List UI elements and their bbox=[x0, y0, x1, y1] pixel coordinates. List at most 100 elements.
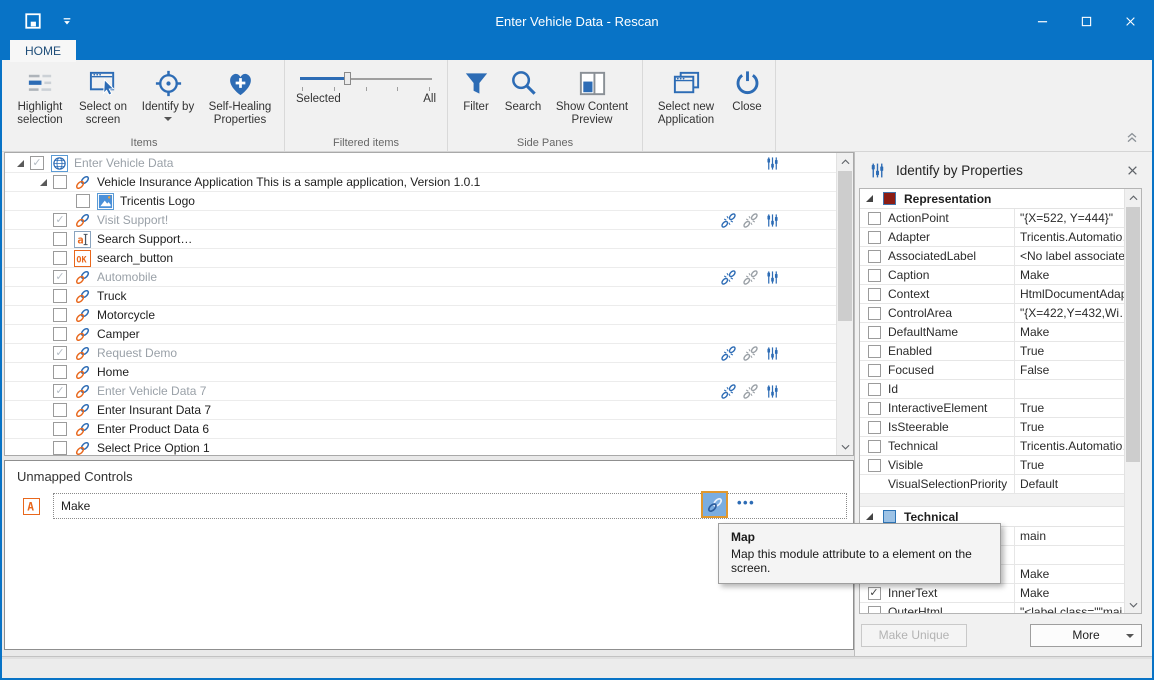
tree-checkbox[interactable] bbox=[53, 251, 67, 265]
quick-access-dropdown-icon[interactable] bbox=[62, 17, 72, 26]
property-row[interactable]: VisibleTrue bbox=[860, 456, 1125, 475]
filter-button[interactable]: Filter bbox=[453, 63, 499, 116]
tree-checkbox[interactable] bbox=[53, 403, 67, 417]
tree-scrollbar[interactable] bbox=[836, 153, 853, 455]
tree-checkbox[interactable] bbox=[53, 289, 67, 303]
maximize-button[interactable] bbox=[1064, 5, 1108, 37]
tree-row[interactable]: Select Price Option 1 bbox=[5, 439, 836, 455]
property-checkbox[interactable] bbox=[868, 212, 881, 225]
property-checkbox[interactable] bbox=[868, 345, 881, 358]
tree-row[interactable]: ✓Enter Vehicle Data bbox=[5, 154, 836, 173]
property-checkbox[interactable] bbox=[868, 307, 881, 320]
collapse-ribbon-icon[interactable] bbox=[1126, 132, 1138, 143]
expander-icon[interactable] bbox=[40, 179, 53, 186]
tree-row[interactable]: Tricentis Logo bbox=[5, 192, 836, 211]
tree-checkbox[interactable] bbox=[76, 194, 90, 208]
tree-row[interactable]: Enter Insurant Data 7 bbox=[5, 401, 836, 420]
unmap-blue-icon[interactable] bbox=[721, 384, 736, 399]
property-row[interactable]: ✓InnerTextMake bbox=[860, 584, 1125, 603]
property-row[interactable]: ActionPoint"{X=522, Y=444}" bbox=[860, 209, 1125, 228]
tree-checkbox[interactable]: ✓ bbox=[30, 156, 44, 170]
tree-row[interactable]: Home bbox=[5, 363, 836, 382]
map-button[interactable] bbox=[701, 491, 728, 518]
tree-checkbox[interactable]: ✓ bbox=[53, 346, 67, 360]
property-row[interactable]: DefaultNameMake bbox=[860, 323, 1125, 342]
tree-checkbox[interactable] bbox=[53, 441, 67, 455]
tree-checkbox[interactable]: ✓ bbox=[53, 213, 67, 227]
tree-checkbox[interactable] bbox=[53, 327, 67, 341]
tree-row[interactable]: ✓Request Demo bbox=[5, 344, 836, 363]
settings-icon[interactable] bbox=[765, 156, 780, 171]
settings-icon[interactable] bbox=[765, 270, 780, 285]
slider-thumb[interactable] bbox=[344, 72, 351, 85]
show-content-preview-button[interactable]: Show Content Preview bbox=[547, 63, 637, 129]
tree-row[interactable]: ✓Enter Vehicle Data 7 bbox=[5, 382, 836, 401]
row-menu-dots[interactable]: ••• bbox=[737, 495, 755, 510]
property-checkbox[interactable] bbox=[868, 459, 881, 472]
tree-checkbox[interactable]: ✓ bbox=[53, 384, 67, 398]
minimize-button[interactable] bbox=[1020, 5, 1064, 37]
property-row[interactable]: EnabledTrue bbox=[860, 342, 1125, 361]
tree-checkbox[interactable] bbox=[53, 422, 67, 436]
property-row[interactable]: InteractiveElementTrue bbox=[860, 399, 1125, 418]
property-row[interactable]: ContextHtmlDocumentAdap… bbox=[860, 285, 1125, 304]
unmap-blue-icon[interactable] bbox=[721, 270, 736, 285]
property-checkbox[interactable] bbox=[868, 326, 881, 339]
unmap-gray-icon[interactable] bbox=[743, 270, 758, 285]
close-window-button[interactable] bbox=[1108, 5, 1152, 37]
expander-icon[interactable] bbox=[17, 160, 30, 167]
property-checkbox[interactable] bbox=[868, 402, 881, 415]
highlight-selection-button[interactable]: Highlight selection bbox=[9, 63, 71, 129]
more-button[interactable]: More bbox=[1030, 624, 1142, 647]
select-on-screen-button[interactable]: Select on screen bbox=[71, 63, 135, 129]
property-checkbox[interactable] bbox=[868, 383, 881, 396]
close-scan-button[interactable]: Close bbox=[724, 63, 770, 116]
unmap-gray-icon[interactable] bbox=[743, 346, 758, 361]
self-healing-properties-button[interactable]: Self-Healing Properties bbox=[201, 63, 279, 129]
tree-row[interactable]: OKsearch_button bbox=[5, 249, 836, 268]
property-row[interactable]: ControlArea"{X=422,Y=432,Wi… bbox=[860, 304, 1125, 323]
property-row[interactable]: AssociatedLabel<No label associate… bbox=[860, 247, 1125, 266]
filtered-items-slider[interactable]: Selected All bbox=[290, 63, 442, 135]
property-checkbox[interactable] bbox=[868, 606, 881, 614]
section-header-representation[interactable]: Representation bbox=[860, 189, 1125, 209]
scrollbar-thumb[interactable] bbox=[838, 171, 852, 321]
scroll-up-icon[interactable] bbox=[837, 154, 853, 169]
property-checkbox[interactable] bbox=[868, 364, 881, 377]
identify-by-button[interactable]: Identify by bbox=[135, 63, 201, 123]
tree-checkbox[interactable]: ✓ bbox=[53, 270, 67, 284]
property-checkbox[interactable]: ✓ bbox=[868, 587, 881, 600]
property-checkbox[interactable] bbox=[868, 421, 881, 434]
property-row[interactable]: FocusedFalse bbox=[860, 361, 1125, 380]
property-row[interactable]: Id bbox=[860, 380, 1125, 399]
scroll-down-icon[interactable] bbox=[1125, 597, 1141, 612]
property-checkbox[interactable] bbox=[868, 250, 881, 263]
property-checkbox[interactable] bbox=[868, 231, 881, 244]
tree-checkbox[interactable] bbox=[53, 365, 67, 379]
make-unique-button[interactable]: Make Unique bbox=[861, 624, 967, 647]
property-checkbox[interactable] bbox=[868, 269, 881, 282]
property-row[interactable]: OuterHtml"<label class=""mai bbox=[860, 603, 1125, 613]
property-row[interactable]: TechnicalTricentis.Automatio… bbox=[860, 437, 1125, 456]
panel-close-icon[interactable] bbox=[1127, 165, 1138, 176]
tree-checkbox[interactable] bbox=[53, 175, 67, 189]
property-checkbox[interactable] bbox=[868, 440, 881, 453]
scrollbar-thumb[interactable] bbox=[1126, 207, 1140, 462]
settings-icon[interactable] bbox=[765, 384, 780, 399]
tree-checkbox[interactable] bbox=[53, 232, 67, 246]
tab-home[interactable]: HOME bbox=[10, 40, 76, 62]
tree-row[interactable]: ✓Visit Support! bbox=[5, 211, 836, 230]
unmap-gray-icon[interactable] bbox=[743, 384, 758, 399]
expander-icon[interactable] bbox=[866, 195, 875, 202]
unmap-blue-icon[interactable] bbox=[721, 346, 736, 361]
expander-icon[interactable] bbox=[866, 513, 875, 520]
tree-row[interactable]: Camper bbox=[5, 325, 836, 344]
search-button[interactable]: Search bbox=[499, 63, 547, 116]
property-row[interactable]: CaptionMake bbox=[860, 266, 1125, 285]
settings-icon[interactable] bbox=[765, 346, 780, 361]
tree-row[interactable]: Motorcycle bbox=[5, 306, 836, 325]
property-checkbox[interactable] bbox=[868, 288, 881, 301]
scroll-up-icon[interactable] bbox=[1125, 190, 1141, 205]
unmap-blue-icon[interactable] bbox=[721, 213, 736, 228]
tree-row[interactable]: Truck bbox=[5, 287, 836, 306]
